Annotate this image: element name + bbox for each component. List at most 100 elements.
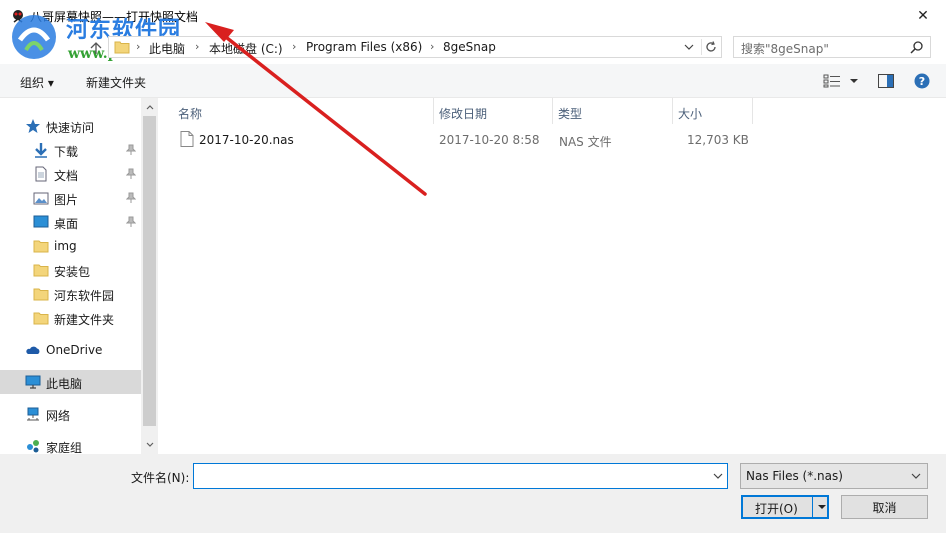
toolbar: 组织 ▾ 新建文件夹 ? (0, 64, 946, 98)
scrollbar-thumb[interactable] (143, 116, 156, 426)
scroll-up-button[interactable] (141, 99, 158, 115)
file-modified: 2017-10-20 8:58 (439, 133, 540, 147)
chevron-down-icon (850, 79, 858, 83)
sidebar-item-installers[interactable]: 安装包 (0, 258, 141, 282)
breadcrumb-this-pc[interactable]: 此电脑 (149, 40, 185, 57)
open-button-label: 打开(O) (755, 502, 798, 516)
desktop-icon (33, 215, 49, 228)
cancel-button-label: 取消 (872, 500, 897, 515)
sidebar-item-quick-access[interactable]: 快速访问 (0, 114, 141, 138)
column-header-name[interactable]: 名称 (158, 98, 434, 124)
sidebar-item-onedrive[interactable]: OneDrive (0, 338, 141, 362)
sidebar-item-pictures[interactable]: 图片 (0, 186, 141, 210)
sidebar-item-label: 桌面 (54, 217, 79, 231)
file-type-filter-value: Nas Files (*.nas) (746, 469, 843, 483)
folder-icon (114, 41, 130, 54)
breadcrumb-separator: › (136, 40, 141, 53)
help-button[interactable]: ? (914, 73, 930, 89)
details-view-icon (823, 74, 840, 88)
search-box[interactable]: 搜索"8geSnap" (733, 36, 931, 58)
chevron-down-icon (911, 473, 921, 479)
sidebar-item-label: 文档 (54, 169, 79, 183)
sidebar-item-label: 下载 (54, 145, 79, 159)
sidebar-item-hedong[interactable]: 河东软件园 (0, 282, 141, 306)
column-header-modified[interactable]: 修改日期 (434, 98, 553, 124)
document-icon (35, 166, 47, 182)
address-history-dropdown[interactable] (681, 39, 697, 55)
sidebar-item-label: 新建文件夹 (54, 313, 115, 327)
preview-pane-icon (878, 74, 894, 88)
star-icon (26, 119, 40, 133)
navigation-scrollbar[interactable] (141, 98, 158, 454)
close-icon: ✕ (917, 7, 929, 24)
sidebar-item-downloads[interactable]: 下载 (0, 138, 141, 162)
open-button[interactable]: 打开(O) (741, 495, 829, 519)
folder-icon (33, 264, 49, 277)
sidebar-item-desktop[interactable]: 桌面 (0, 210, 141, 234)
sidebar-item-label: 图片 (54, 193, 79, 207)
sidebar-item-label: OneDrive (46, 343, 103, 357)
breadcrumb-8gesnap[interactable]: 8geSnap (443, 40, 496, 54)
file-type: NAS 文件 (559, 135, 612, 149)
file-type-filter[interactable]: Nas Files (*.nas) (740, 463, 928, 489)
pin-icon (126, 216, 136, 227)
preview-pane-button[interactable] (878, 73, 894, 89)
breadcrumb-separator: › (195, 40, 200, 53)
chevron-down-icon (684, 44, 694, 50)
column-header-label: 修改日期 (439, 107, 488, 121)
column-header-label: 名称 (178, 107, 203, 121)
breadcrumb-separator: › (292, 40, 297, 53)
refresh-button[interactable] (701, 39, 719, 55)
open-options-dropdown[interactable] (812, 497, 830, 517)
organize-button[interactable]: 组织 ▾ (20, 74, 54, 91)
file-size: 12,703 KB (687, 133, 749, 147)
help-icon: ? (914, 73, 930, 89)
sidebar-item-label: 此电脑 (46, 377, 83, 391)
sidebar-item-documents[interactable]: 文档 (0, 162, 141, 186)
column-header-size[interactable]: 大小 (673, 98, 753, 124)
folder-icon (33, 312, 49, 325)
breadcrumb-local-disk[interactable]: 本地磁盘 (C:) (209, 40, 283, 57)
breadcrumb-separator: › (430, 40, 435, 53)
pin-icon (126, 192, 136, 203)
window-title: 八哥屏幕快照——打开快照文档 (30, 10, 199, 24)
sidebar-item-label: 河东软件园 (54, 289, 115, 303)
breadcrumb-program-files[interactable]: Program Files (x86) (306, 40, 422, 54)
folder-icon (33, 288, 49, 301)
file-icon (180, 131, 194, 147)
file-name: 2017-10-20.nas (199, 133, 294, 147)
picture-icon (33, 192, 49, 205)
sidebar-item-this-pc[interactable]: 此电脑 (0, 370, 141, 394)
sidebar-item-label: 安装包 (54, 265, 91, 279)
scroll-down-button[interactable] (141, 436, 158, 452)
sidebar-item-new-folder[interactable]: 新建文件夹 (0, 306, 141, 330)
new-folder-button[interactable]: 新建文件夹 (86, 74, 146, 91)
filename-label: 文件名(N): (131, 471, 190, 485)
search-icon[interactable] (910, 40, 924, 54)
up-button[interactable] (86, 39, 106, 57)
address-bar[interactable]: › 此电脑 › 本地磁盘 (C:) › Program Files (x86) … (108, 36, 722, 58)
search-placeholder: 搜索"8geSnap" (741, 42, 829, 56)
column-header-type[interactable]: 类型 (553, 98, 673, 124)
pin-icon (126, 144, 136, 155)
view-options-button[interactable] (823, 73, 859, 89)
pin-icon (126, 168, 136, 179)
table-row[interactable]: 2017-10-20.nas 2017-10-20 8:58 NAS 文件 12… (158, 128, 758, 150)
column-header-label: 类型 (558, 107, 583, 121)
up-arrow-icon (90, 42, 102, 54)
refresh-icon (705, 41, 716, 52)
sidebar-item-img[interactable]: img (0, 234, 141, 258)
sidebar-item-network[interactable]: 网络 (0, 402, 141, 426)
title-bar: 八哥屏幕快照——打开快照文档 ✕ (0, 0, 946, 31)
app-bird-icon (13, 10, 23, 23)
chevron-up-icon (146, 104, 153, 109)
close-button[interactable]: ✕ (900, 0, 946, 31)
sidebar-item-label: 网络 (46, 409, 71, 423)
filename-input[interactable] (193, 463, 728, 489)
navigation-pane: 快速访问 下载 文档 图片 桌面 img 安装包 河东软件园 新建文件夹 One… (0, 98, 158, 455)
cancel-button[interactable]: 取消 (841, 495, 928, 519)
dialog-footer: 文件名(N): Nas Files (*.nas) 打开(O) 取消 (0, 454, 946, 533)
svg-text:?: ? (919, 75, 925, 88)
onedrive-icon (26, 346, 40, 354)
chevron-down-icon[interactable] (713, 473, 723, 479)
